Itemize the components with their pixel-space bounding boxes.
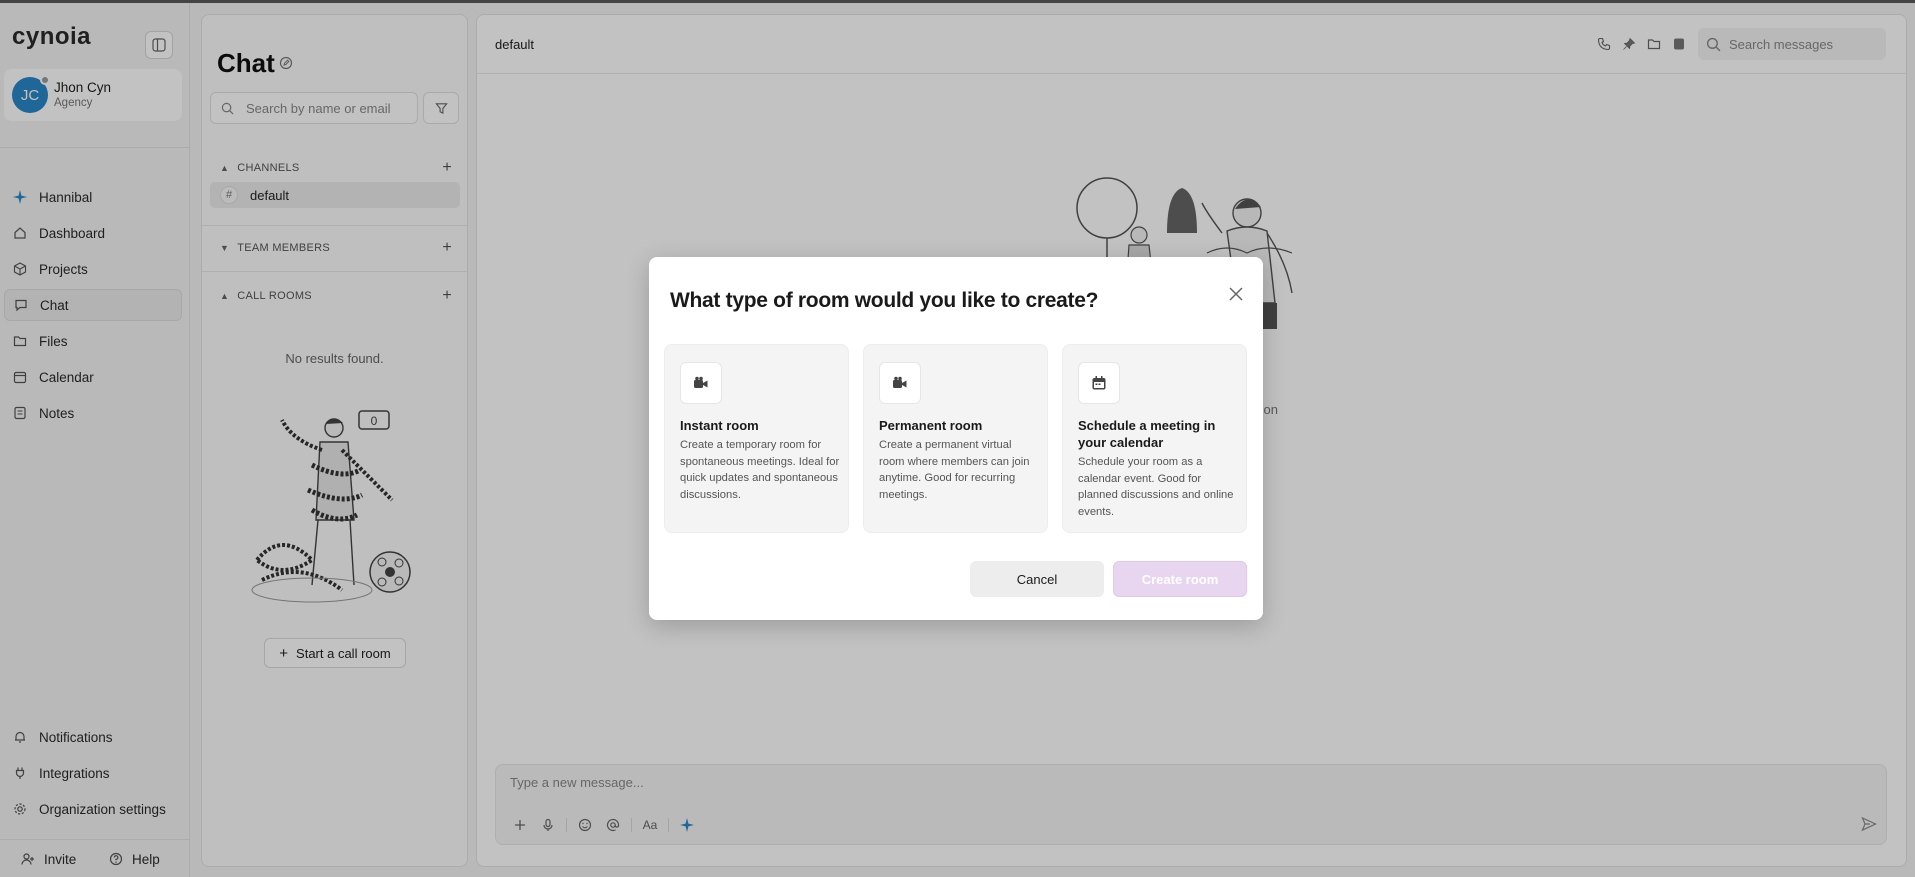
create-room-button[interactable]: Create room: [1113, 561, 1247, 597]
option-title: Permanent room: [879, 418, 983, 433]
calendar-icon: [1078, 362, 1120, 404]
create-room-dialog: What type of room would you like to crea…: [649, 257, 1263, 620]
video-camera-icon: [680, 362, 722, 404]
cancel-button[interactable]: Cancel: [970, 561, 1104, 597]
option-description: Create a temporary room for spontaneous …: [680, 439, 840, 501]
schedule-meeting-option[interactable]: Schedule a meeting in your calendar Sche…: [1062, 344, 1247, 533]
close-button[interactable]: [1225, 283, 1247, 305]
instant-room-option[interactable]: Instant room Create a temporary room for…: [664, 344, 849, 533]
dialog-title: What type of room would you like to crea…: [670, 289, 1099, 312]
video-camera-icon: [879, 362, 921, 404]
close-icon: [1229, 287, 1243, 301]
option-title: Instant room: [680, 418, 759, 433]
option-description: Schedule your room as a calendar event. …: [1078, 456, 1234, 518]
option-description: Create a permanent virtual room where me…: [879, 439, 1030, 501]
option-title: Schedule a meeting in your calendar: [1078, 418, 1216, 450]
permanent-room-option[interactable]: Permanent room Create a permanent virtua…: [863, 344, 1048, 533]
